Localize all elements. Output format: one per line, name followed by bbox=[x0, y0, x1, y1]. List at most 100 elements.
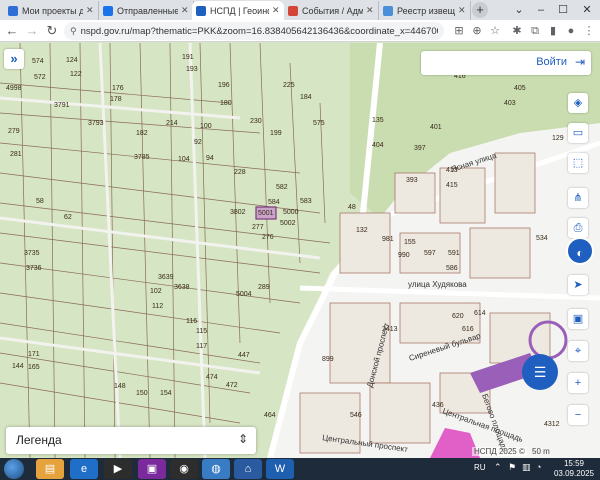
parcel-label[interactable]: 3639 bbox=[158, 274, 174, 281]
parcel-label[interactable]: 135 bbox=[372, 117, 384, 124]
parcel-label[interactable]: 154 bbox=[160, 390, 172, 397]
close-window-icon[interactable]: ✕ bbox=[576, 0, 598, 20]
parcel-label[interactable]: 3793 bbox=[88, 120, 104, 127]
parcel-label[interactable]: 614 bbox=[474, 310, 486, 317]
close-icon[interactable]: ✕ bbox=[181, 5, 189, 16]
close-icon[interactable]: ✕ bbox=[86, 5, 94, 16]
parcel-label[interactable]: 405 bbox=[514, 85, 526, 92]
parcel-label[interactable]: 620 bbox=[452, 313, 464, 320]
parcel-label[interactable]: 199 bbox=[270, 130, 282, 137]
layers-icon[interactable]: ◈ bbox=[568, 93, 588, 113]
parcel-label[interactable]: 546 bbox=[350, 412, 362, 419]
parcel-label[interactable]: 397 bbox=[414, 145, 426, 152]
parcel-label[interactable]: 165 bbox=[28, 364, 40, 371]
parcel-label[interactable]: 534 bbox=[536, 235, 548, 242]
tab-nspd[interactable]: НСПД | Геоинфо ✕ bbox=[192, 1, 284, 20]
parcel-label[interactable]: 214 bbox=[166, 120, 178, 127]
tab-sent[interactable]: Отправленные ✕ bbox=[99, 1, 194, 20]
parcel-label[interactable]: 94 bbox=[206, 155, 214, 162]
network-app-icon[interactable]: ⌂ bbox=[234, 459, 262, 479]
gosuslugi-emblem-icon[interactable]: ◐ bbox=[566, 237, 594, 265]
profile-icon[interactable]: ● bbox=[564, 24, 578, 38]
chrome-icon[interactable]: ◍ bbox=[202, 459, 230, 479]
parcel-label[interactable]: 3802 bbox=[230, 209, 246, 216]
parcel-label[interactable]: 132 bbox=[356, 227, 368, 234]
parcel-label[interactable]: 184 bbox=[300, 94, 312, 101]
language-indicator[interactable]: RU bbox=[474, 463, 486, 472]
tray-expand-icon[interactable]: ⌃ bbox=[494, 462, 502, 473]
parcel-label[interactable]: 415 bbox=[446, 182, 458, 189]
zoom-out-icon[interactable]: − bbox=[568, 405, 588, 425]
parcel-label[interactable]: 2413 bbox=[382, 326, 398, 333]
volume-icon[interactable]: ◔ bbox=[536, 462, 541, 472]
parcel-label[interactable]: 115 bbox=[196, 328, 207, 335]
parcel-label[interactable]: 572 bbox=[34, 74, 46, 81]
cadastral-map[interactable]: Ясная улица улица Худякова Сиреневый бул… bbox=[0, 43, 600, 458]
parcel-label[interactable]: 176 bbox=[112, 85, 124, 92]
chat-icon[interactable]: ☰ bbox=[522, 354, 558, 390]
parcel-label[interactable]: 472 bbox=[226, 382, 238, 389]
zoom-in-icon[interactable]: + bbox=[568, 373, 588, 393]
new-tab-button[interactable]: + bbox=[472, 2, 488, 18]
parcel-label[interactable]: 117 bbox=[196, 343, 207, 350]
parcel-label[interactable]: 5004 bbox=[236, 291, 252, 298]
menu-icon[interactable]: ⋮ bbox=[582, 24, 596, 38]
media-player-icon[interactable]: ▶ bbox=[104, 459, 132, 479]
map-canvas[interactable]: Ясная улица улица Худякова Сиреневый бул… bbox=[0, 43, 600, 458]
parcel-label[interactable]: 4312 bbox=[544, 421, 560, 428]
maximize-icon[interactable]: ☐ bbox=[552, 0, 574, 20]
parcel-label[interactable]: 584 bbox=[268, 199, 280, 206]
parcel-label[interactable]: 464 bbox=[264, 412, 276, 419]
parcel-label[interactable]: 62 bbox=[64, 214, 72, 221]
login-icon[interactable]: ⇥ bbox=[575, 55, 585, 69]
tab-registry[interactable]: Реестр извещен ✕ bbox=[379, 1, 471, 20]
clock[interactable]: 15:59 03.09.2025 bbox=[552, 459, 596, 479]
location-icon[interactable]: ⌖ bbox=[568, 341, 588, 361]
parcel-label[interactable]: 413 bbox=[446, 167, 458, 174]
parcel-label[interactable]: 401 bbox=[430, 124, 442, 131]
parcel-label[interactable]: 586 bbox=[446, 265, 458, 272]
navigation-icon[interactable]: ➤ bbox=[568, 275, 588, 295]
url-field[interactable]: ⚲ nspd.gov.ru/map?thematic=PKK&zoom=16.8… bbox=[64, 22, 444, 40]
parcel-label[interactable]: 230 bbox=[250, 118, 262, 125]
zoom-icon[interactable]: ⊕ bbox=[470, 24, 484, 38]
map-mode-icon[interactable]: ▣ bbox=[568, 309, 588, 329]
app-icon[interactable]: ◉ bbox=[170, 459, 198, 479]
parcel-label[interactable]: 228 bbox=[234, 169, 246, 176]
parcel-label[interactable]: 191 bbox=[182, 54, 194, 61]
parcel-label[interactable]: 3735 bbox=[24, 250, 40, 257]
parcel-label[interactable]: 474 bbox=[206, 374, 218, 381]
parcel-label[interactable]: 3736 bbox=[26, 265, 42, 272]
back-icon[interactable]: ← bbox=[4, 23, 20, 39]
extension-icon[interactable]: ✱ bbox=[510, 24, 524, 38]
parcel-label[interactable]: 58 bbox=[36, 198, 44, 205]
legend-panel[interactable]: Легенда ⇕ bbox=[6, 427, 256, 454]
parcel-label[interactable]: 178 bbox=[110, 96, 122, 103]
parcel-label[interactable]: 171 bbox=[28, 351, 40, 358]
print-icon[interactable]: ⎙ bbox=[568, 218, 588, 238]
parcel-label[interactable]: 102 bbox=[150, 288, 162, 295]
minimize-icon[interactable]: – bbox=[530, 0, 552, 20]
bookmark-icon[interactable]: ☆ bbox=[488, 24, 502, 38]
close-icon[interactable]: ✕ bbox=[366, 5, 374, 16]
parcel-label[interactable]: 289 bbox=[258, 284, 270, 291]
parcel-label[interactable]: 583 bbox=[300, 198, 312, 205]
parcel-label[interactable]: 144 bbox=[12, 363, 24, 370]
parcel-label[interactable]: 3791 bbox=[54, 102, 70, 109]
ie-icon[interactable]: e bbox=[70, 459, 98, 479]
parcel-label[interactable]: 196 bbox=[218, 82, 230, 89]
parcel-label[interactable]: 124 bbox=[66, 57, 78, 64]
select-area-icon[interactable]: ⬚ bbox=[568, 153, 588, 173]
parcel-label[interactable]: 899 bbox=[322, 356, 334, 363]
tab-events[interactable]: События / Адми ✕ bbox=[284, 1, 379, 20]
parcel-label[interactable]: 436 bbox=[432, 402, 444, 409]
parcel-label[interactable]: 616 bbox=[462, 326, 474, 333]
parcel-label[interactable]: 981 bbox=[382, 236, 394, 243]
parcel-label[interactable]: 155 bbox=[404, 239, 416, 246]
parcel-label[interactable]: 112 bbox=[152, 303, 163, 310]
parcel-label[interactable]: 100 bbox=[200, 123, 212, 130]
parcel-label[interactable]: 48 bbox=[348, 204, 356, 211]
translate-icon[interactable]: ⊞ bbox=[452, 24, 466, 38]
parcel-label[interactable]: 597 bbox=[424, 250, 436, 257]
sidepanel-icon[interactable]: ▮ bbox=[546, 24, 560, 38]
